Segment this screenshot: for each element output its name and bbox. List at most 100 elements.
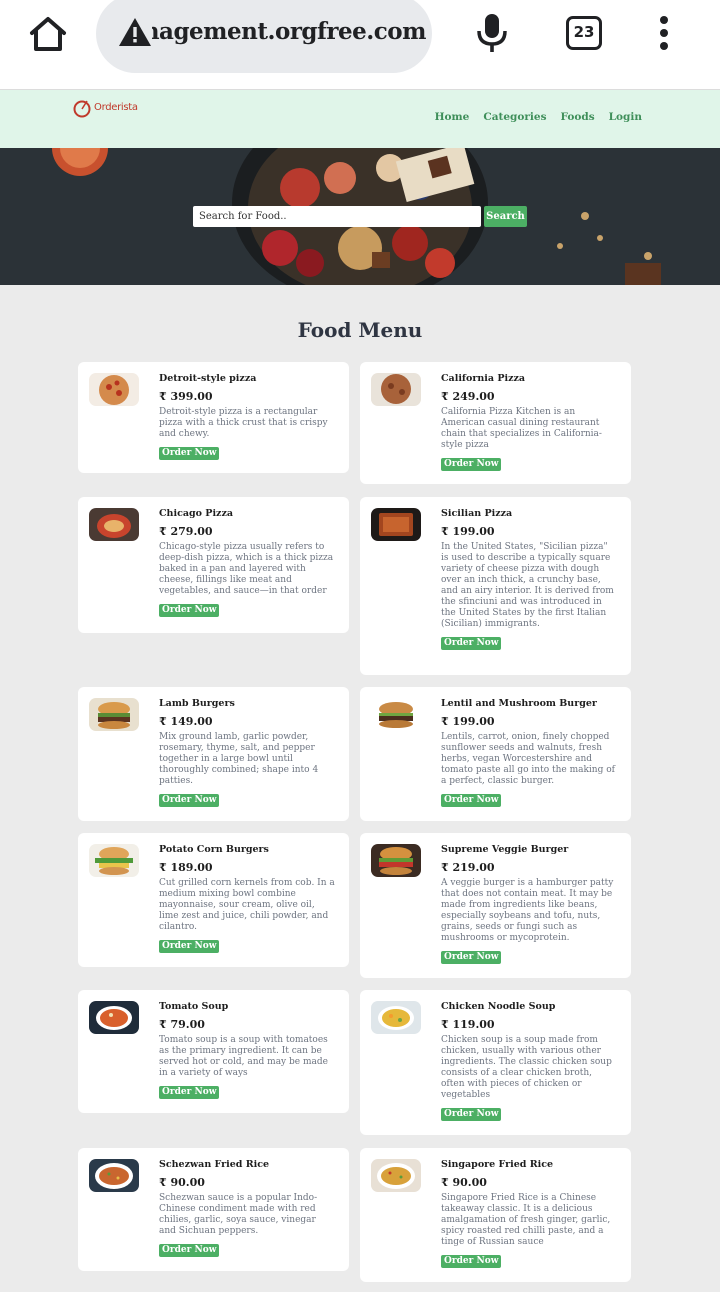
url-text: xyz-food-management.orgfree.com [152, 18, 426, 45]
food-name: Lentil and Mushroom Burger [441, 698, 597, 709]
food-thumbnail [89, 1159, 139, 1192]
food-card: Lentil and Mushroom Burger ₹ 199.00 Lent… [360, 687, 631, 821]
food-thumbnail [89, 373, 139, 406]
food-description: California Pizza Kitchen is an American … [441, 407, 602, 450]
food-thumbnail [371, 373, 421, 406]
page-title: Food Menu [297, 318, 423, 342]
browser-toolbar: xyz-food-management.orgfree.com 23 [0, 0, 720, 90]
logo-icon [73, 100, 91, 118]
food-info: Chicago Pizza ₹ 279.00 Chicago-style piz… [159, 507, 335, 617]
rice-image [371, 1159, 421, 1192]
food-description: A veggie burger is a hamburger patty tha… [441, 878, 614, 943]
food-name: Tomato Soup [159, 1001, 229, 1012]
food-price: ₹ 189.00 [159, 861, 213, 874]
food-info: Singapore Fried Rice ₹ 90.00 Singapore F… [441, 1158, 617, 1268]
food-name: Chicago Pizza [159, 508, 234, 519]
food-thumbnail [371, 508, 421, 541]
food-description: Tomato soup is a soup with tomatoes as t… [159, 1035, 328, 1078]
order-now-button[interactable]: Order Now [159, 1244, 220, 1257]
food-thumbnail [371, 1001, 421, 1034]
food-name: Supreme Veggie Burger [441, 844, 569, 855]
soup-image [89, 1001, 139, 1034]
food-thumbnail [371, 698, 421, 731]
order-now-button[interactable]: Order Now [441, 794, 502, 807]
search-button[interactable]: Search [484, 206, 527, 227]
nav-link-login[interactable]: Login [609, 111, 642, 123]
food-info: Supreme Veggie Burger ₹ 219.00 A veggie … [441, 843, 617, 964]
nav-link-home[interactable]: Home [435, 111, 470, 123]
nav-link-categories[interactable]: Categories [483, 111, 546, 123]
tab-switcher-button[interactable]: 23 [566, 16, 602, 50]
order-now-button[interactable]: Order Now [159, 794, 220, 807]
order-now-button[interactable]: Order Now [441, 637, 502, 650]
order-now-button[interactable]: Order Now [441, 951, 502, 964]
food-price: ₹ 249.00 [441, 390, 495, 403]
food-description: Schezwan sauce is a popular Indo-Chinese… [159, 1193, 318, 1236]
food-price: ₹ 90.00 [441, 1176, 487, 1189]
food-description: Chicago-style pizza usually refers to de… [159, 542, 334, 596]
pizza-image [371, 508, 421, 541]
burger-image [89, 698, 139, 731]
food-card: California Pizza ₹ 249.00 California Piz… [360, 362, 631, 484]
food-description: Lentils, carrot, onion, finely chopped s… [441, 732, 615, 786]
search-input[interactable] [193, 206, 481, 227]
food-info: Detroit-style pizza ₹ 399.00 Detroit-sty… [159, 372, 335, 460]
warning-icon[interactable] [118, 16, 152, 48]
order-now-button[interactable]: Order Now [441, 1108, 502, 1121]
food-name: Chicken Noodle Soup [441, 1001, 556, 1012]
food-card: Potato Corn Burgers ₹ 189.00 Cut grilled… [78, 833, 349, 967]
food-description: Singapore Fried Rice is a Chinese takeaw… [441, 1193, 611, 1247]
food-info: Potato Corn Burgers ₹ 189.00 Cut grilled… [159, 843, 335, 953]
food-card: Lamb Burgers ₹ 149.00 Mix ground lamb, g… [78, 687, 349, 821]
food-info: Lamb Burgers ₹ 149.00 Mix ground lamb, g… [159, 697, 335, 807]
food-card: Sicilian Pizza ₹ 199.00 In the United St… [360, 497, 631, 675]
food-description: Mix ground lamb, garlic powder, rosemary… [159, 732, 319, 786]
order-now-button[interactable]: Order Now [159, 604, 220, 617]
order-now-button[interactable]: Order Now [441, 1255, 502, 1268]
food-description: Chicken soup is a soup made from chicken… [441, 1035, 612, 1100]
food-description: Cut grilled corn kernels from cob. In a … [159, 878, 335, 932]
food-price: ₹ 90.00 [159, 1176, 205, 1189]
food-card: Chicken Noodle Soup ₹ 119.00 Chicken sou… [360, 990, 631, 1135]
food-thumbnail [371, 844, 421, 877]
order-now-button[interactable]: Order Now [159, 940, 220, 953]
food-thumbnail [371, 1159, 421, 1192]
food-card: Schezwan Fried Rice ₹ 90.00 Schezwan sau… [78, 1148, 349, 1271]
food-card: Supreme Veggie Burger ₹ 219.00 A veggie … [360, 833, 631, 978]
food-price: ₹ 149.00 [159, 715, 213, 728]
food-name: Schezwan Fried Rice [159, 1159, 270, 1170]
food-info: Chicken Noodle Soup ₹ 119.00 Chicken sou… [441, 1000, 617, 1121]
food-info: Sicilian Pizza ₹ 199.00 In the United St… [441, 507, 617, 650]
burger-image [89, 844, 139, 877]
site-header: Orderista Home Categories Foods Login [0, 90, 720, 148]
food-name: Lamb Burgers [159, 698, 235, 709]
food-price: ₹ 219.00 [441, 861, 495, 874]
food-name: Detroit-style pizza [159, 373, 257, 384]
order-now-button[interactable]: Order Now [441, 458, 502, 471]
food-price: ₹ 279.00 [159, 525, 213, 538]
order-now-button[interactable]: Order Now [159, 1086, 220, 1099]
food-thumbnail [89, 508, 139, 541]
order-now-button[interactable]: Order Now [159, 447, 220, 460]
main-nav: Home Categories Foods Login [435, 111, 642, 123]
logo[interactable]: Orderista [72, 98, 152, 120]
food-thumbnail [89, 844, 139, 877]
rice-image [89, 1159, 139, 1192]
address-bar[interactable]: xyz-food-management.orgfree.com [96, 0, 432, 73]
burger-image [371, 698, 421, 731]
food-info: California Pizza ₹ 249.00 California Piz… [441, 372, 617, 471]
more-menu-icon[interactable] [654, 14, 674, 54]
food-card: Tomato Soup ₹ 79.00 Tomato soup is a sou… [78, 990, 349, 1113]
food-price: ₹ 199.00 [441, 715, 495, 728]
food-price: ₹ 199.00 [441, 525, 495, 538]
soup-image [371, 1001, 421, 1034]
food-name: Sicilian Pizza [441, 508, 513, 519]
pizza-image [89, 373, 139, 406]
food-name: Singapore Fried Rice [441, 1159, 554, 1170]
home-icon[interactable] [28, 14, 68, 54]
food-price: ₹ 119.00 [441, 1018, 495, 1031]
microphone-icon[interactable] [476, 12, 508, 54]
nav-link-foods[interactable]: Foods [561, 111, 595, 123]
food-info: Schezwan Fried Rice ₹ 90.00 Schezwan sau… [159, 1158, 335, 1257]
pizza-image [371, 373, 421, 406]
